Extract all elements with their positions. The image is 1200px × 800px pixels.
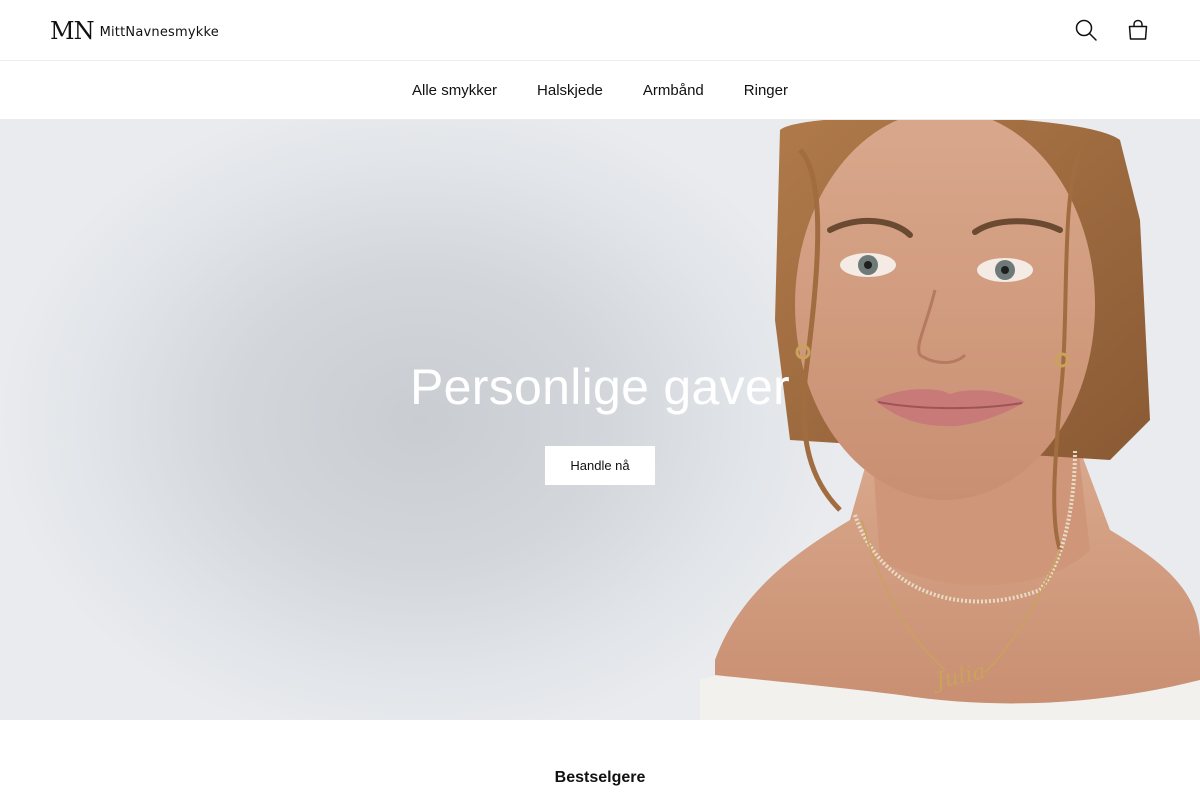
cart-button[interactable] [1125,17,1151,43]
main-navigation: Alle smykker Halskjede Armbånd Ringer [0,61,1200,120]
site-header: MN MittNavnesmykke [0,0,1200,61]
brand-logo[interactable]: MN MittNavnesmykke [50,17,219,45]
nav-all-jewelry[interactable]: Alle smykker [412,82,497,99]
nav-bracelets[interactable]: Armbånd [643,82,704,99]
logo-text: MittNavnesmykke [99,24,219,40]
hero-model-image: Julia [700,120,1200,720]
search-icon [1075,19,1097,41]
nav-rings[interactable]: Ringer [744,82,788,99]
search-button[interactable] [1073,17,1099,43]
hero-banner: Julia Personlige gaver Handle nå [0,120,1200,720]
shopping-bag-icon [1128,19,1148,40]
nav-necklaces[interactable]: Halskjede [537,82,603,99]
shop-now-button[interactable]: Handle nå [545,446,655,485]
logo-mark: MN [50,17,95,45]
bestsellers-heading: Bestselgere [554,769,646,786]
hero-title: Personlige gaver [409,359,791,415]
